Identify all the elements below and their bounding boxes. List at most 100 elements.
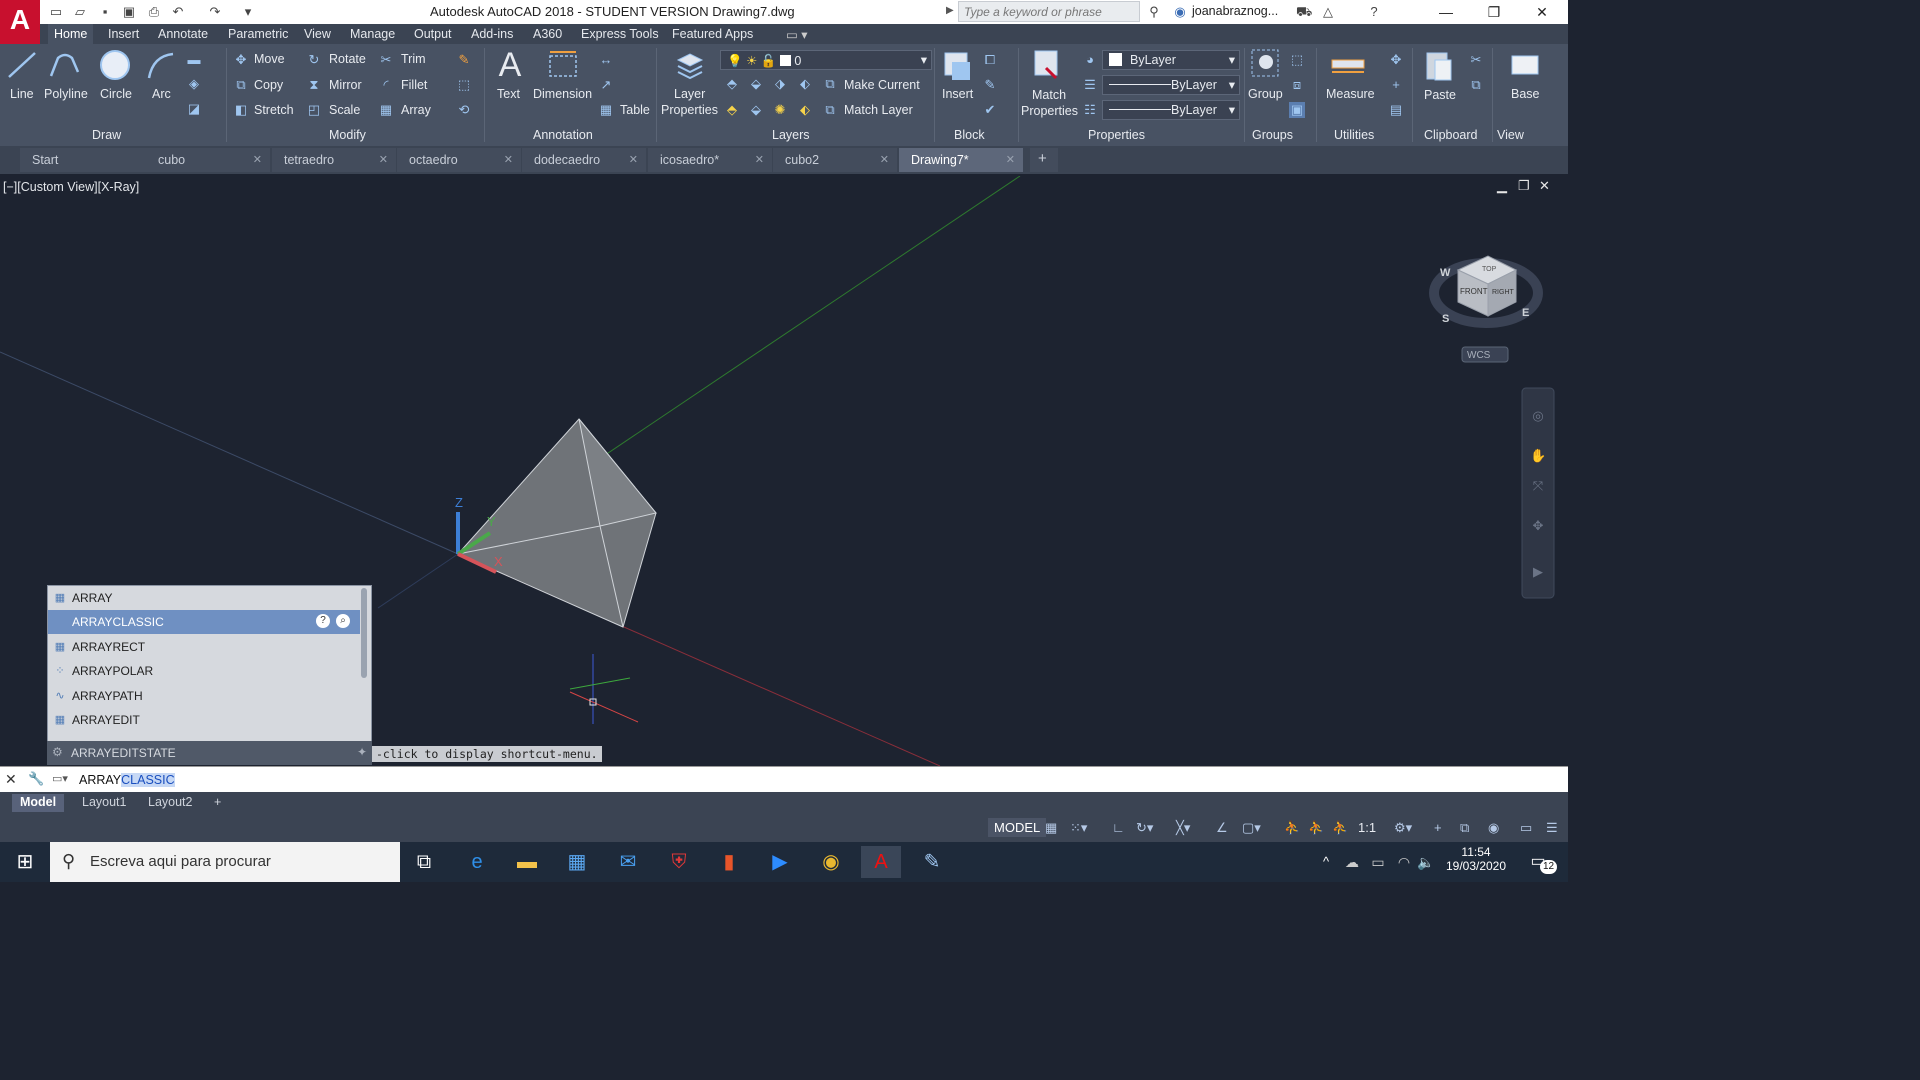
layer-isolate-icon[interactable]: ⬙ <box>748 76 764 92</box>
paste-button[interactable]: Paste <box>1424 88 1456 102</box>
panel-title-block[interactable]: Block <box>954 128 985 142</box>
help-icon[interactable]: ? <box>316 614 330 628</box>
internet-search-icon[interactable]: ⌕ <box>336 614 350 628</box>
autocomplete-footer[interactable]: ⚙ ARRAYEDITSTATE ✦ <box>47 741 372 765</box>
orbit-icon[interactable]: ✥ <box>1530 518 1546 534</box>
edit-attributes-icon[interactable]: ✔ <box>982 102 998 118</box>
show-hidden-icons[interactable]: ^ <box>1316 846 1336 878</box>
close-icon[interactable]: ✕ <box>880 153 889 166</box>
edit-block-icon[interactable]: ✎ <box>982 77 998 93</box>
help-search-input[interactable]: Type a keyword or phrase <box>958 1 1140 22</box>
text-button[interactable]: Text <box>497 87 520 101</box>
group-button[interactable]: Group <box>1248 87 1283 101</box>
paste-icon[interactable] <box>1424 48 1454 82</box>
tab-insert[interactable]: Insert <box>102 26 145 42</box>
restore-button[interactable]: ❐ <box>1470 0 1518 24</box>
showmotion-icon[interactable]: ▶ <box>1530 564 1546 580</box>
match-properties-button-line1[interactable]: Match <box>1032 88 1066 102</box>
insert-block-icon[interactable] <box>942 50 972 82</box>
line-icon[interactable] <box>6 50 38 80</box>
print-icon[interactable]: ⎙ <box>146 4 162 19</box>
make-current-button[interactable]: Make Current <box>844 78 920 92</box>
text-icon[interactable]: A <box>492 46 528 85</box>
save-as-icon[interactable]: ▣ <box>121 4 137 19</box>
system-clock[interactable]: 11:54 19/03/2020 <box>1436 845 1516 873</box>
layer-on-icon[interactable]: ⬘ <box>724 102 740 118</box>
scale-button[interactable]: Scale <box>329 103 360 117</box>
new-file-icon[interactable]: ▭ <box>48 4 64 19</box>
quick-select-icon[interactable]: ✥ <box>1388 52 1404 68</box>
close-icon[interactable]: ✕ <box>755 153 764 166</box>
layer-unisolate-icon[interactable]: ⬙ <box>748 102 764 118</box>
layer-off-icon[interactable]: ⬘ <box>724 76 740 92</box>
user-icon[interactable]: ◉ <box>1172 4 1188 19</box>
measure-icon[interactable] <box>1330 52 1366 78</box>
store-icon[interactable]: ▦ <box>557 846 597 878</box>
copy-clip-icon[interactable]: ⧉ <box>1468 77 1484 93</box>
viewport-controls-label[interactable]: [−][Custom View][X-Ray] <box>3 180 139 194</box>
rotate-button[interactable]: Rotate <box>329 52 366 66</box>
tab-layout2[interactable]: Layout2 <box>140 794 200 812</box>
annotation-scale-value[interactable]: 1:1 <box>1358 820 1376 835</box>
help-icon[interactable]: ? <box>1366 4 1382 19</box>
erase-icon[interactable]: ✎ <box>456 52 472 68</box>
group-edit-icon[interactable]: ⧈ <box>1289 77 1305 93</box>
linear-dimension-icon[interactable]: ↔ <box>598 52 614 68</box>
snap-icon[interactable]: ⁙▾ <box>1070 820 1087 836</box>
close-icon[interactable]: ✕ <box>504 153 513 166</box>
linetype-dropdown[interactable]: ByLayer ▾ <box>1102 100 1240 120</box>
tab-layout1[interactable]: Layout1 <box>74 794 134 812</box>
object-snap-icon[interactable]: ▢▾ <box>1242 820 1261 836</box>
region-icon[interactable]: ◪ <box>186 101 202 117</box>
polar-tracking-icon[interactable]: ↻▾ <box>1136 820 1153 836</box>
tab-express-tools[interactable]: Express Tools <box>575 26 665 42</box>
polyline-button[interactable]: Polyline <box>44 87 88 101</box>
model-space-button[interactable]: MODEL <box>988 818 1047 837</box>
group-icon[interactable] <box>1250 48 1280 82</box>
customization-menu-icon[interactable]: ☰ <box>1546 820 1558 836</box>
circle-icon[interactable] <box>98 48 132 82</box>
search-expand-icon[interactable]: ▶ <box>946 5 954 16</box>
zoom-extents-icon[interactable]: ⤧ <box>1530 478 1546 494</box>
mirror-button[interactable]: Mirror <box>329 78 362 92</box>
trim-button[interactable]: Trim <box>401 52 426 66</box>
gear-icon[interactable]: ⚙▾ <box>1394 820 1412 836</box>
windows-start-icon[interactable]: ⊞ <box>0 842 50 882</box>
viewport-close-icon[interactable]: ✕ <box>1539 178 1550 194</box>
tab-manage[interactable]: Manage <box>344 26 401 42</box>
leader-icon[interactable]: ↗ <box>598 77 614 93</box>
autocomplete-item-array[interactable]: ▦ ARRAY <box>48 586 360 610</box>
undo-icon[interactable]: ↶ <box>170 4 186 19</box>
stretch-button[interactable]: Stretch <box>254 103 294 117</box>
close-icon[interactable]: ✕ <box>253 153 262 166</box>
units-icon[interactable]: ⧉ <box>1460 820 1469 836</box>
close-icon[interactable]: ✕ <box>5 771 17 788</box>
application-menu-button[interactable]: A <box>0 0 40 44</box>
command-input[interactable]: ARRAYCLASSIC <box>79 773 175 787</box>
arc-button[interactable]: Arc <box>152 87 171 101</box>
dimension-button[interactable]: Dimension <box>533 87 592 101</box>
arc-icon[interactable] <box>145 50 177 80</box>
close-icon[interactable]: ✕ <box>1006 153 1015 166</box>
edge-browser-icon[interactable]: e <box>457 846 497 878</box>
polyline-icon[interactable] <box>48 50 82 80</box>
ortho-icon[interactable]: ∟ <box>1112 820 1125 835</box>
hatch-icon[interactable]: ◈ <box>186 76 202 92</box>
panel-title-properties[interactable]: Properties <box>1088 128 1145 142</box>
autocomplete-item-arrayedit[interactable]: ▦ ARRAYEDIT <box>48 708 360 732</box>
object-snap-tracking-icon[interactable]: ∠ <box>1216 820 1228 836</box>
calculator-icon[interactable]: ▤ <box>1388 102 1404 118</box>
match-properties-icon[interactable] <box>1032 48 1064 82</box>
command-prompt-icon[interactable]: ▭▾ <box>52 772 68 785</box>
insert-button[interactable]: Insert <box>942 87 973 101</box>
tab-view[interactable]: View <box>298 26 337 42</box>
group-selection-icon[interactable]: ▣ <box>1289 102 1305 118</box>
lineweight-dropdown[interactable]: ByLayer ▾ <box>1102 75 1240 95</box>
annotation-scale-icon[interactable]: ⛹ <box>1332 820 1348 836</box>
point-icon[interactable]: + <box>1388 77 1404 93</box>
chrome-icon[interactable]: ◉ <box>811 846 851 878</box>
panel-title-layers[interactable]: Layers <box>772 128 810 142</box>
layer-properties-button-line2[interactable]: Properties <box>661 103 718 117</box>
add-layout-button[interactable]: + <box>206 794 229 812</box>
clean-screen-icon[interactable]: ▭ <box>1520 820 1532 836</box>
